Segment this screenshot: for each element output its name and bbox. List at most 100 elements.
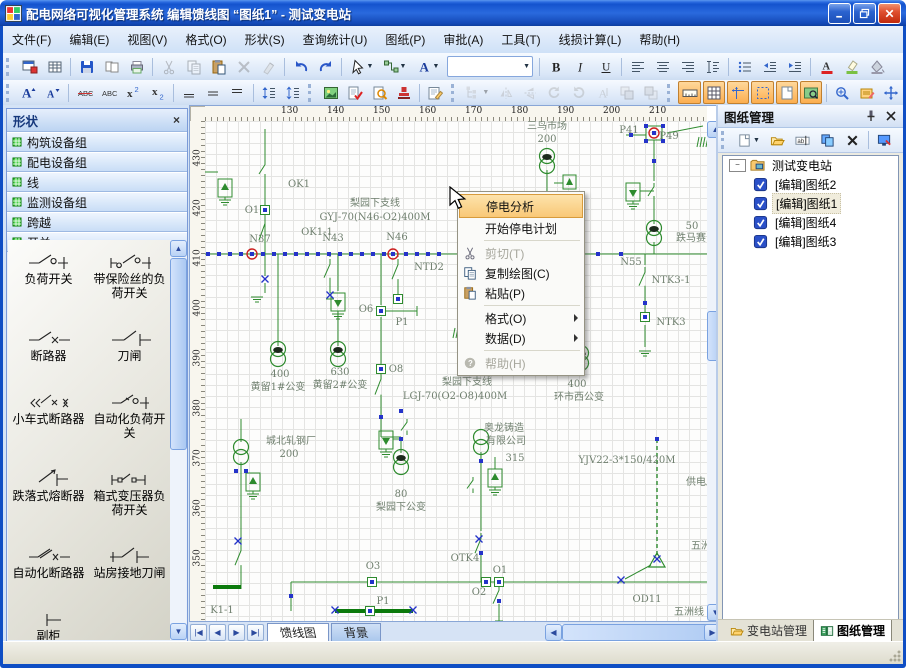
font-larger-button[interactable]: A [18,81,40,104]
align-center-button[interactable] [651,55,674,78]
text-a-button[interactable]: A▼ [412,55,443,78]
abc-button[interactable]: ABC [98,81,120,104]
highlight-brush-button[interactable] [840,55,863,78]
line-high-button[interactable] [226,81,248,104]
shape-group-1[interactable]: 配电设备组 [7,152,187,172]
toolbar-grip[interactable] [6,84,14,102]
undo-button[interactable] [289,55,312,78]
toolbar-grip[interactable] [667,84,675,102]
format-brush-button[interactable] [257,55,280,78]
next-page-icon[interactable]: ▶ [228,624,245,641]
bold-button[interactable]: B [544,55,567,78]
prev-page-icon[interactable]: ◀ [209,624,226,641]
italic-button[interactable]: I [569,55,592,78]
menu-item-9[interactable]: 线损计算(L) [550,27,631,52]
flip-v-button[interactable] [519,81,541,104]
cut-button[interactable] [157,55,180,78]
last-page-icon[interactable]: ▶| [247,624,264,641]
shapes-scrollbar[interactable]: ▲ ▼ [170,240,186,640]
line-low-button[interactable] [178,81,200,104]
menu-item-10[interactable]: 帮助(H) [630,27,689,52]
menu-item-1[interactable]: 编辑(E) [60,27,118,52]
table-calc-button[interactable] [43,55,66,78]
tree-item-sheet-1[interactable]: [编辑]图纸1 [723,194,898,213]
zoom-fit-button[interactable] [831,81,853,104]
font-smaller-button[interactable]: A [42,81,64,104]
rotate-right-button[interactable] [567,81,589,104]
context-menu-item-0[interactable]: 停电分析 [459,194,583,218]
context-menu-item-1[interactable]: 开始停电计划 [459,218,583,238]
tree-item-sheet-2[interactable]: [编辑]图纸4 [723,213,898,232]
subscript-button[interactable]: x2 [146,81,168,104]
shape-item-station-ground-knife[interactable]: 站房接地刀闸 [89,544,170,580]
menu-item-0[interactable]: 文件(F) [3,27,60,52]
sheet-tab-0[interactable]: 馈线图 [267,623,329,642]
underline-button[interactable]: U [594,55,617,78]
shape-item-breaker[interactable]: 断路器 [8,327,89,363]
tree-item-sheet-0[interactable]: [编辑]图纸2 [723,175,898,194]
superscript-button[interactable]: x2 [122,81,144,104]
send-back-button[interactable] [640,81,662,104]
font-combobox[interactable]: ▼ [447,56,533,77]
shape-item-box-transformer-load-switch[interactable]: 箱式变压器负荷开关 [89,467,170,517]
shape-group-2[interactable]: 线 [7,172,187,192]
align-right-button[interactable] [676,55,699,78]
book-pages-button[interactable] [100,55,123,78]
distribute-v-button[interactable] [701,55,724,78]
move-shape-button[interactable] [880,81,902,104]
canvas-area[interactable]: 130140150160170180190200210 430420410400… [189,105,723,622]
shape-item-auto-breaker[interactable]: 自动化断路器 [8,544,89,580]
shapes-panel-close-icon[interactable]: × [166,113,187,127]
guides-button[interactable] [727,81,749,104]
sheet-find-button[interactable] [369,81,391,104]
menu-item-2[interactable]: 视图(V) [118,27,176,52]
context-menu-item-5[interactable]: 粘贴(P) [459,283,583,303]
indent-button[interactable] [783,55,806,78]
scrollbar-thumb[interactable] [170,258,187,450]
context-menu-item-10[interactable]: ?帮助(H) [459,353,583,373]
font-color-button[interactable]: A [815,55,838,78]
shape-item-dropout-fuse[interactable]: 跌落式熔断器 [8,467,89,517]
shape-group-4[interactable]: 跨越 [7,212,187,232]
copy-button[interactable] [182,55,205,78]
numbered-list-button[interactable] [733,55,756,78]
note-edit-button[interactable] [424,81,446,104]
picture-button[interactable] [320,81,342,104]
rp-monitor-button[interactable] [873,129,896,152]
menu-item-8[interactable]: 工具(T) [492,27,549,52]
toolbar-grip[interactable] [721,131,729,149]
delete-button[interactable] [232,55,255,78]
shape-group-3[interactable]: 监测设备组 [7,192,187,212]
sheet-tab-1[interactable]: 背景 [331,623,381,642]
context-menu-item-8[interactable]: 数据(D) [459,328,583,348]
tree-item-sheet-3[interactable]: [编辑]图纸3 [723,232,898,251]
rp-delete-button[interactable] [841,129,864,152]
connector-button[interactable]: ▼ [379,55,410,78]
rp-new-button[interactable]: ▼ [733,129,764,152]
shape-item-load-switch[interactable]: 负荷开关 [8,250,89,300]
tree-root-substation[interactable]: −测试变电站 [723,156,898,175]
toolbar-grip[interactable] [308,84,316,102]
minimize-button[interactable] [828,3,851,24]
stamp-button[interactable] [393,81,415,104]
new-drawing-button[interactable] [18,55,41,78]
spacing-dec-button[interactable] [282,81,304,104]
shape-item-knife-switch[interactable]: 刀闸 [89,327,170,363]
resize-grip[interactable] [888,649,901,662]
shape-group-0[interactable]: 构筑设备组 [7,132,187,152]
print-button[interactable] [125,55,148,78]
ruler-button[interactable] [678,81,700,104]
shape-item-trolley-breaker[interactable]: 小车式断路器 [8,390,89,440]
sheet-check-button[interactable] [344,81,366,104]
context-menu-item-4[interactable]: 复制绘图(C) [459,263,583,283]
flip-h-button[interactable] [494,81,516,104]
rp-copy-button[interactable] [816,129,839,152]
restore-button[interactable] [853,3,876,24]
context-menu-item-3[interactable]: 剪切(T) [459,243,583,263]
scroll-down-icon[interactable]: ▼ [170,623,187,640]
fill-color-button[interactable] [865,55,888,78]
menu-item-4[interactable]: 形状(S) [236,27,294,52]
paste-button[interactable] [207,55,230,78]
spacing-inc-button[interactable] [258,81,280,104]
menu-item-5[interactable]: 查询统计(U) [294,27,377,52]
